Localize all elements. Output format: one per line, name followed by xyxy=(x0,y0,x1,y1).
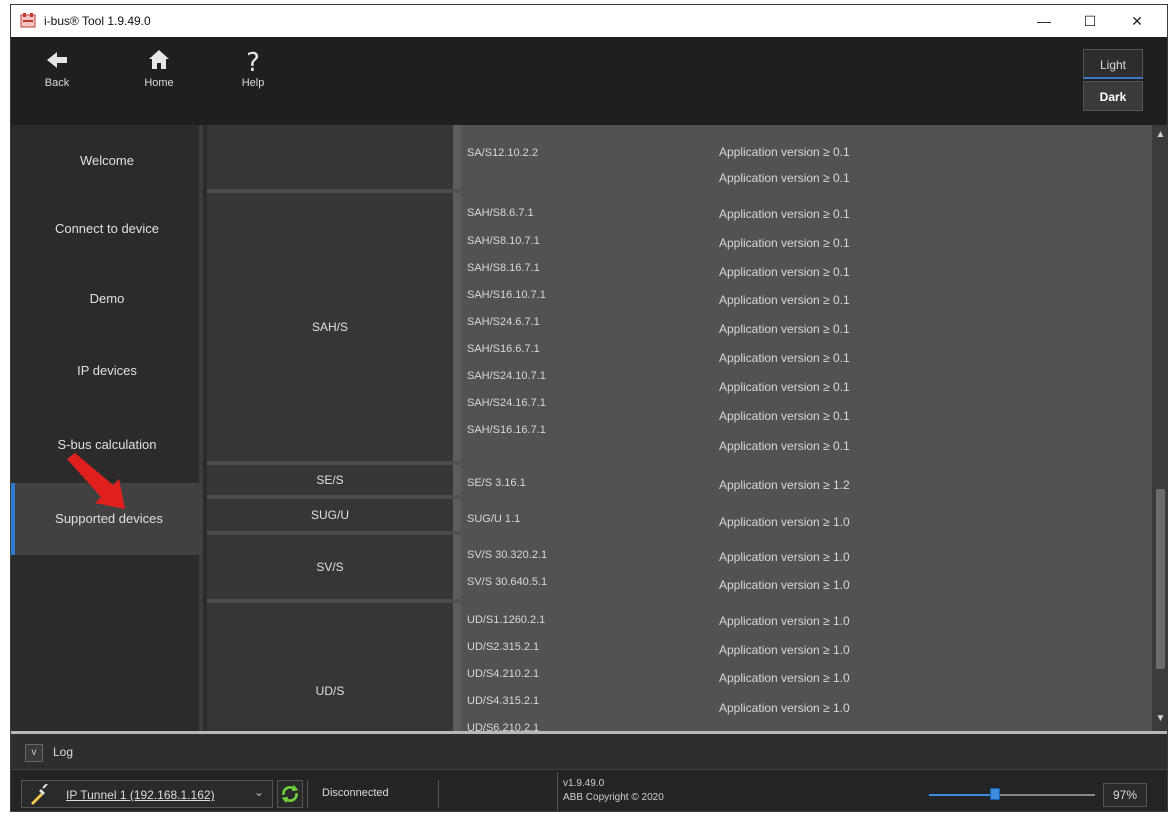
back-label: Back xyxy=(44,77,70,89)
device-name: UD/S2.315.2.1 xyxy=(467,641,540,653)
app-version: Application version ≥ 0.1 xyxy=(719,171,850,185)
copyright-text: ABB Copyright © 2020 xyxy=(563,792,664,803)
sync-icon xyxy=(281,784,299,804)
theme-switch: Light Dark xyxy=(1083,49,1143,111)
scroll-down-icon[interactable]: ▼ xyxy=(1152,711,1167,727)
device-name: SAH/S16.10.7.1 xyxy=(467,289,546,301)
device-name: UD/S1.1260.2.1 xyxy=(467,614,546,626)
app-version: Application version ≥ 0.1 xyxy=(719,145,850,159)
device-name: UD/S4.210.2.1 xyxy=(467,668,540,680)
theme-dark-button[interactable]: Dark xyxy=(1083,81,1143,111)
connection-label: IP Tunnel 1 (192.168.1.162) xyxy=(66,788,215,802)
connection-state: Disconnected xyxy=(322,787,389,799)
zoom-slider-thumb[interactable] xyxy=(990,788,1000,800)
app-version: Application version ≥ 1.0 xyxy=(719,578,850,592)
app-version: Application version ≥ 0.1 xyxy=(719,322,850,336)
sidebar: Welcome Connect to device Demo IP device… xyxy=(11,125,203,731)
help-button[interactable]: ? Help xyxy=(227,43,279,101)
scroll-up-icon[interactable]: ▲ xyxy=(1152,127,1167,143)
app-version: Application version ≥ 0.1 xyxy=(719,439,850,453)
svg-text:?: ? xyxy=(246,48,260,77)
family-cell-sug-u: SUG/U xyxy=(207,499,453,535)
family-cell-sah-s: SAH/S xyxy=(207,193,453,465)
status-bar: IP Tunnel 1 (192.168.1.162) ⌄ Disconnect… xyxy=(11,769,1167,811)
sidebar-item-welcome[interactable]: Welcome xyxy=(11,125,203,197)
app-version: Application version ≥ 1.0 xyxy=(719,614,850,628)
family-cell-sa-s xyxy=(207,125,453,193)
version-info: v1.9.49.0 ABB Copyright © 2020 xyxy=(563,777,664,805)
app-version: Application version ≥ 1.0 xyxy=(719,671,850,685)
device-name: SV/S 30.320.2.1 xyxy=(467,549,548,561)
toolbar: Back Home ? Help Light Dark xyxy=(11,37,1167,125)
app-version: Application version ≥ 0.1 xyxy=(719,380,850,394)
help-icon: ? xyxy=(246,48,260,77)
help-label: Help xyxy=(241,77,265,89)
app-version: Application version ≥ 0.1 xyxy=(719,351,850,365)
app-version: Application version ≥ 0.1 xyxy=(719,409,850,423)
app-version: Application version ≥ 0.1 xyxy=(719,265,850,279)
window-title: i-bus® Tool 1.9.49.0 xyxy=(44,14,151,28)
device-name: SAH/S24.10.7.1 xyxy=(467,370,546,382)
connect-button[interactable] xyxy=(277,780,303,808)
device-name: SUG/U 1.1 xyxy=(467,513,521,525)
connection-select[interactable]: IP Tunnel 1 (192.168.1.162) ⌄ xyxy=(21,780,273,808)
device-name: SAH/S16.16.7.1 xyxy=(467,424,546,436)
close-button[interactable]: ✕ xyxy=(1114,5,1160,37)
connection-status: Disconnected xyxy=(307,780,439,808)
app-version: Application version ≥ 1.0 xyxy=(719,643,850,657)
app-window: i-bus® Tool 1.9.49.0 — ☐ ✕ Back Home ? H… xyxy=(10,4,1168,812)
chevron-down-icon: ⌄ xyxy=(253,785,264,799)
device-name: SAH/S8.10.7.1 xyxy=(467,235,540,247)
theme-light-button[interactable]: Light xyxy=(1083,49,1143,79)
supported-devices-table: SAH/S SE/S SUG/U SV/S UD/S SA/S12.10.2.2… xyxy=(207,125,1152,731)
device-name: UD/S6.210.2.1 xyxy=(467,722,540,731)
family-cell-sv-s: SV/S xyxy=(207,535,453,603)
sidebar-item-connect-to-device[interactable]: Connect to device xyxy=(11,193,203,265)
back-button[interactable]: Back xyxy=(31,43,83,101)
home-icon xyxy=(149,50,169,69)
device-name: SAH/S24.6.7.1 xyxy=(467,316,540,328)
family-cell-se-s: SE/S xyxy=(207,465,453,499)
device-name: SAH/S8.16.7.1 xyxy=(467,262,540,274)
log-panel-header: v Log xyxy=(11,731,1167,769)
home-label: Home xyxy=(144,77,174,89)
app-version: Application version ≥ 1.2 xyxy=(719,478,850,492)
zoom-slider-fill xyxy=(929,794,995,796)
minimize-button[interactable]: — xyxy=(1021,5,1067,37)
app-version: Application version ≥ 1.0 xyxy=(719,701,850,715)
device-name: SAH/S16.6.7.1 xyxy=(467,343,540,355)
log-label: Log xyxy=(53,745,74,759)
app-icon xyxy=(20,13,36,28)
app-version: Application version ≥ 0.1 xyxy=(719,207,850,221)
vertical-scrollbar[interactable]: ▲ ▼ xyxy=(1152,125,1167,731)
device-name: SE/S 3.16.1 xyxy=(467,477,526,489)
device-name: SV/S 30.640.5.1 xyxy=(467,576,548,588)
red-arrow-annotation xyxy=(67,453,125,509)
family-cell-ud-s: UD/S xyxy=(207,603,453,731)
version-number: v1.9.49.0 xyxy=(563,778,605,789)
title-bar: i-bus® Tool 1.9.49.0 — ☐ ✕ xyxy=(11,5,1167,37)
plug-icon xyxy=(31,784,48,805)
device-name: SA/S12.10.2.2 xyxy=(467,147,538,159)
sidebar-item-ip-devices[interactable]: IP devices xyxy=(11,335,203,407)
back-arrow-icon xyxy=(47,52,67,68)
app-version: Application version ≥ 1.0 xyxy=(719,550,850,564)
app-version: Application version ≥ 0.1 xyxy=(719,293,850,307)
device-name: SAH/S24.16.7.1 xyxy=(467,397,546,409)
device-name: UD/S4.315.2.1 xyxy=(467,695,540,707)
maximize-button[interactable]: ☐ xyxy=(1067,5,1113,37)
sidebar-item-demo[interactable]: Demo xyxy=(11,263,203,335)
device-name: SAH/S8.6.7.1 xyxy=(467,207,534,219)
zoom-value[interactable]: 97% xyxy=(1103,783,1147,807)
log-expand-toggle[interactable]: v xyxy=(25,744,43,762)
app-version: Application version ≥ 0.1 xyxy=(719,236,850,250)
home-button[interactable]: Home xyxy=(133,43,185,101)
scrollbar-thumb[interactable] xyxy=(1156,489,1165,669)
app-version: Application version ≥ 1.0 xyxy=(719,515,850,529)
